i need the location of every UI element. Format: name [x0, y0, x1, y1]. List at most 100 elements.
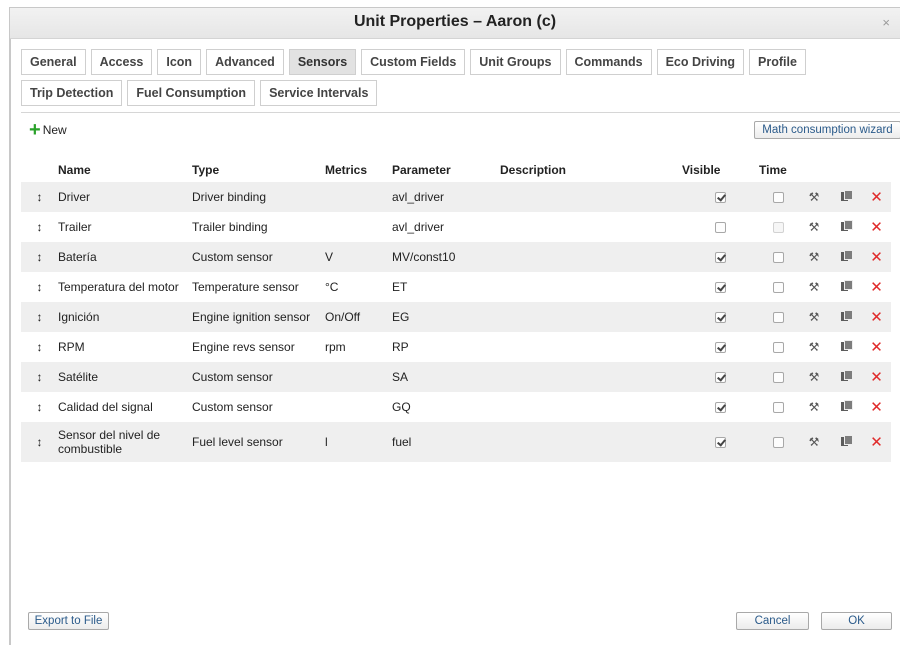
- table-row[interactable]: ↕ Temperatura del motor Temperature sensor…: [21, 272, 891, 302]
- delete-x-icon[interactable]: ✕: [870, 399, 883, 416]
- time-checkbox[interactable]: [773, 252, 784, 264]
- cell-type: Custom sensor: [192, 362, 325, 392]
- tabs-divider: [21, 112, 900, 113]
- export-to-file-button[interactable]: Export to File: [28, 612, 109, 630]
- cell-name: Sensor del nivel de combustible: [58, 422, 192, 462]
- visible-checkbox[interactable]: [715, 342, 726, 354]
- visible-checkbox[interactable]: [715, 192, 726, 204]
- cancel-button[interactable]: Cancel: [736, 612, 809, 630]
- delete-x-icon[interactable]: ✕: [870, 309, 883, 326]
- time-checkbox[interactable]: [773, 402, 784, 414]
- copy-icon[interactable]: [840, 220, 853, 231]
- dialog-left-border: [10, 38, 11, 645]
- delete-x-icon[interactable]: ✕: [870, 219, 883, 236]
- copy-icon[interactable]: [840, 310, 853, 321]
- tab-custom-fields[interactable]: Custom Fields: [361, 49, 466, 75]
- visible-checkbox[interactable]: [715, 282, 726, 294]
- header-time: Time: [759, 163, 787, 177]
- cell-name: Ignición: [58, 302, 192, 332]
- time-checkbox[interactable]: [773, 372, 784, 384]
- copy-icon[interactable]: [840, 340, 853, 351]
- delete-x-icon[interactable]: ✕: [870, 339, 883, 356]
- drag-arrow-icon[interactable]: ↕: [21, 332, 58, 362]
- header-visible: Visible: [682, 163, 721, 177]
- copy-icon[interactable]: [840, 190, 853, 201]
- header-metrics: Metrics: [325, 163, 368, 177]
- unit-properties-dialog: Unit Properties – Aaron (c) × General Acc…: [9, 7, 900, 645]
- tab-advanced[interactable]: Advanced: [206, 49, 284, 75]
- table-row[interactable]: ↕ Batería Custom sensor V MV/const10 ⚒ ✕: [21, 242, 891, 272]
- drag-arrow-icon[interactable]: ↕: [21, 302, 58, 332]
- tab-access[interactable]: Access: [90, 49, 153, 75]
- time-checkbox[interactable]: [773, 437, 784, 449]
- wrench-icon[interactable]: ⚒: [809, 370, 820, 384]
- wrench-icon[interactable]: ⚒: [809, 340, 820, 354]
- wrench-icon[interactable]: ⚒: [809, 435, 820, 449]
- math-consumption-wizard-button[interactable]: Math consumption wizard: [754, 121, 900, 139]
- tab-commands[interactable]: Commands: [565, 49, 652, 75]
- copy-icon[interactable]: [840, 435, 853, 446]
- tab-profile[interactable]: Profile: [749, 49, 806, 75]
- delete-x-icon[interactable]: ✕: [870, 369, 883, 386]
- drag-arrow-icon[interactable]: ↕: [21, 392, 58, 422]
- tab-general[interactable]: General: [21, 49, 86, 75]
- visible-checkbox[interactable]: [715, 437, 726, 449]
- wrench-icon[interactable]: ⚒: [809, 250, 820, 264]
- visible-checkbox[interactable]: [715, 402, 726, 414]
- time-checkbox: [773, 222, 784, 234]
- tab-fuel-consumption[interactable]: Fuel Consumption: [127, 80, 256, 106]
- header-description: Description: [500, 163, 567, 177]
- new-sensor-button[interactable]: + New: [29, 120, 67, 140]
- table-row[interactable]: ↕ Calidad del signal Custom sensor GQ ⚒ ✕: [21, 392, 891, 422]
- drag-arrow-icon[interactable]: ↕: [21, 272, 58, 302]
- wrench-icon[interactable]: ⚒: [809, 280, 820, 294]
- time-checkbox[interactable]: [773, 192, 784, 204]
- close-icon[interactable]: ×: [882, 16, 890, 30]
- tab-service-intervals[interactable]: Service Intervals: [260, 80, 378, 106]
- ok-button[interactable]: OK: [821, 612, 892, 630]
- cell-parameter: fuel: [392, 422, 500, 462]
- drag-arrow-icon[interactable]: ↕: [21, 362, 58, 392]
- table-row[interactable]: ↕ Trailer Trailer binding avl_driver ⚒ ✕: [21, 212, 891, 242]
- table-row[interactable]: ↕ Satélite Custom sensor SA ⚒ ✕: [21, 362, 891, 392]
- cell-metrics: V: [325, 242, 392, 272]
- time-checkbox[interactable]: [773, 342, 784, 354]
- table-row[interactable]: ↕ Sensor del nivel de combustible Fuel lev…: [21, 422, 891, 462]
- drag-arrow-icon[interactable]: ↕: [21, 242, 58, 272]
- visible-checkbox[interactable]: [715, 252, 726, 264]
- drag-arrow-icon[interactable]: ↕: [21, 422, 58, 462]
- copy-icon[interactable]: [840, 370, 853, 381]
- tab-icon[interactable]: Icon: [157, 49, 202, 75]
- delete-x-icon[interactable]: ✕: [870, 279, 883, 296]
- copy-icon[interactable]: [840, 280, 853, 291]
- time-checkbox[interactable]: [773, 312, 784, 324]
- table-row[interactable]: ↕ Driver Driver binding avl_driver ⚒ ✕: [21, 182, 891, 212]
- delete-x-icon[interactable]: ✕: [870, 189, 883, 206]
- wrench-icon[interactable]: ⚒: [809, 190, 820, 204]
- header-parameter: Parameter: [392, 163, 451, 177]
- time-checkbox[interactable]: [773, 282, 784, 294]
- drag-arrow-icon[interactable]: ↕: [21, 212, 58, 242]
- cell-parameter: GQ: [392, 400, 411, 414]
- visible-checkbox[interactable]: [715, 372, 726, 384]
- visible-checkbox[interactable]: [715, 222, 726, 234]
- tab-eco-driving[interactable]: Eco Driving: [656, 49, 745, 75]
- tab-trip-detection[interactable]: Trip Detection: [21, 80, 123, 106]
- table-row[interactable]: ↕ RPM Engine revs sensor rpm RP ⚒ ✕: [21, 332, 891, 362]
- tab-unit-groups[interactable]: Unit Groups: [470, 49, 561, 75]
- visible-checkbox[interactable]: [715, 312, 726, 324]
- tab-sensors[interactable]: Sensors: [288, 49, 357, 75]
- cell-type: Trailer binding: [192, 220, 268, 234]
- wrench-icon[interactable]: ⚒: [809, 220, 820, 234]
- table-row[interactable]: ↕ Ignición Engine ignition sensor On/Off EG ⚒…: [21, 302, 891, 332]
- wrench-icon[interactable]: ⚒: [809, 400, 820, 414]
- delete-x-icon[interactable]: ✕: [870, 249, 883, 266]
- copy-icon[interactable]: [840, 250, 853, 261]
- drag-arrow-icon[interactable]: ↕: [21, 182, 58, 212]
- title-bar[interactable]: Unit Properties – Aaron (c) ×: [10, 8, 900, 39]
- wrench-icon[interactable]: ⚒: [809, 310, 820, 324]
- delete-x-icon[interactable]: ✕: [870, 434, 883, 451]
- sensors-table: Name Type Metrics Parameter Description …: [21, 158, 891, 462]
- copy-icon[interactable]: [840, 400, 853, 411]
- cell-parameter: avl_driver: [392, 182, 500, 212]
